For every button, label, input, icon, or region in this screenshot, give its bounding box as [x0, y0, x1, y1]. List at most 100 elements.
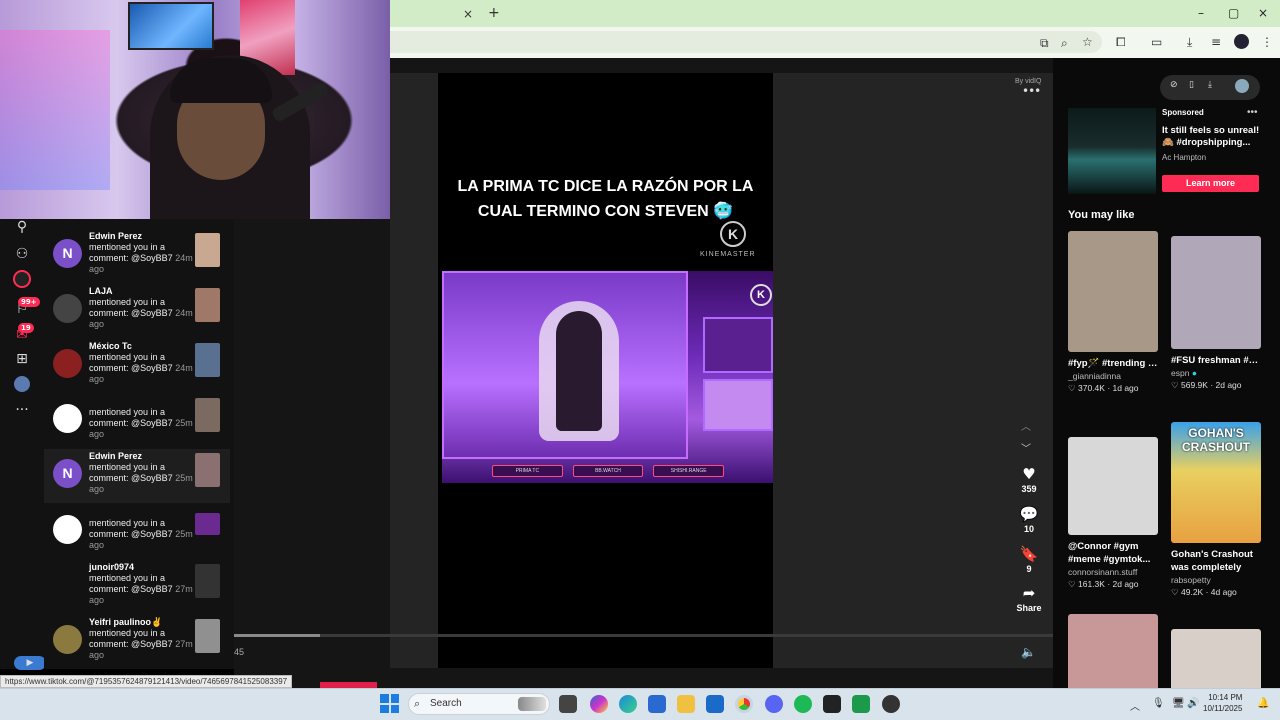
notification-item[interactable]: junoir0974 mentioned you in a comment: @S…: [44, 560, 230, 614]
window-close-icon[interactable]: ×: [1258, 6, 1268, 20]
share-button[interactable]: ➦ Share: [1009, 584, 1049, 614]
avatar[interactable]: N: [53, 239, 82, 268]
recommended-video[interactable]: @Connor #gym #meme #gymtok... connorsina…: [1068, 437, 1160, 590]
notification-item[interactable]: México Tc mentioned you in a comment: @So…: [44, 339, 230, 393]
notification-thumbnail[interactable]: [195, 564, 220, 598]
edge-icon[interactable]: [619, 695, 637, 713]
recommended-video[interactable]: #fyp🪄 #trending #gianniadinna _gianniadi…: [1068, 231, 1160, 394]
recommended-video[interactable]: [1171, 629, 1263, 688]
rec-thumbnail[interactable]: GOHAN'S CRASHOUT: [1171, 422, 1261, 543]
avatar[interactable]: [53, 404, 82, 433]
user-avatar[interactable]: [1235, 79, 1249, 93]
tab-close-icon[interactable]: ×: [463, 7, 473, 21]
recommended-video[interactable]: [1068, 614, 1160, 688]
rec-caption[interactable]: #FSU freshman #EthanPritchard w...: [1171, 354, 1263, 367]
tray-chevron-icon[interactable]: ︿: [1130, 698, 1140, 713]
notification-item[interactable]: N Edwin Perez mentioned you in a comment:…: [44, 229, 230, 283]
floating-widget-icon[interactable]: ▶: [14, 656, 46, 670]
store-icon[interactable]: [648, 695, 666, 713]
browser-menu-icon[interactable]: ⋮: [1261, 35, 1273, 49]
terminal-icon[interactable]: [823, 695, 841, 713]
outlook-icon[interactable]: [706, 695, 724, 713]
copilot-icon[interactable]: [590, 695, 608, 713]
next-video-icon[interactable]: ﹀: [1021, 440, 1031, 455]
obs-icon[interactable]: [882, 695, 900, 713]
spotify-icon[interactable]: [794, 695, 812, 713]
avatar[interactable]: [53, 515, 82, 544]
notification-thumbnail[interactable]: [195, 398, 220, 432]
rec-caption[interactable]: Gohan's Crashout was completely vall...: [1171, 548, 1263, 574]
notification-item[interactable]: Yeifri paulinoo✌ mentioned you in a comme…: [44, 615, 230, 669]
more-menu-icon[interactable]: ···: [12, 400, 32, 420]
ad-thumbnail[interactable]: [1068, 108, 1156, 194]
speaker-icon[interactable]: 🔊: [1187, 698, 1199, 709]
windows-start-icon[interactable]: [380, 694, 399, 713]
taskbar-clock[interactable]: 10:14 PM 10/11/2025: [1203, 692, 1242, 714]
install-app-icon[interactable]: ⧉: [1040, 36, 1049, 50]
avatar[interactable]: [53, 294, 82, 323]
notification-thumbnail[interactable]: [195, 619, 220, 653]
search-highlight-icon[interactable]: [518, 697, 546, 711]
profile-icon[interactable]: [14, 376, 30, 392]
friends-icon[interactable]: ⚇: [12, 244, 32, 264]
file-explorer-icon[interactable]: [677, 695, 695, 713]
video-player[interactable]: LA PRIMA TC DICE LA RAZÓN POR LA CUAL TE…: [438, 73, 773, 668]
compass-icon[interactable]: ⊘: [1170, 80, 1178, 90]
minimize-icon[interactable]: –: [1198, 6, 1204, 20]
upload-icon[interactable]: ⊞: [12, 349, 32, 369]
ad-caption[interactable]: It still feels so unreal! 🙈 #dropshippin…: [1162, 125, 1262, 149]
comment-button[interactable]: 💬 10: [1009, 505, 1049, 535]
following-icon[interactable]: ⚲: [12, 217, 32, 237]
live-icon[interactable]: [13, 270, 31, 288]
ad-more-icon[interactable]: •••: [1247, 107, 1258, 118]
restore-icon[interactable]: ▢: [1228, 6, 1239, 20]
discord-icon[interactable]: [765, 695, 783, 713]
learn-more-button[interactable]: Learn more: [1162, 175, 1259, 192]
avatar[interactable]: N: [53, 459, 82, 488]
notification-item[interactable]: mentioned you in a comment: @SoyBB7 25m …: [44, 394, 230, 448]
download-icon[interactable]: ⤓: [1187, 35, 1192, 49]
avatar[interactable]: [53, 570, 82, 599]
url-field[interactable]: [390, 31, 1102, 53]
task-view-icon[interactable]: [559, 695, 577, 713]
phone-icon[interactable]: ▯: [1189, 80, 1194, 90]
rec-caption[interactable]: #fyp🪄 #trending #gianniadinna: [1068, 357, 1160, 370]
save-button[interactable]: 🔖 9: [1009, 545, 1049, 575]
chrome-icon[interactable]: [735, 695, 753, 713]
rec-thumbnail[interactable]: [1068, 231, 1158, 352]
rec-author[interactable]: espn ●: [1171, 368, 1263, 378]
notification-thumbnail[interactable]: [195, 233, 220, 267]
like-button[interactable]: ♥ 359: [1009, 465, 1049, 495]
notification-thumbnail[interactable]: [195, 513, 220, 535]
microphone-icon[interactable]: 🎙: [1152, 698, 1165, 709]
extensions-icon[interactable]: ⧠: [1116, 35, 1126, 49]
notification-item[interactable]: N Edwin Perez mentioned you in a comment:…: [44, 449, 230, 503]
previous-video-icon[interactable]: ︿: [1021, 418, 1031, 433]
rec-thumbnail[interactable]: [1171, 629, 1261, 688]
rec-thumbnail[interactable]: [1171, 236, 1261, 349]
notification-thumbnail[interactable]: [195, 343, 220, 377]
xbox-icon[interactable]: [852, 695, 870, 713]
ad-author[interactable]: Ac Hampton: [1162, 153, 1206, 162]
video-progress-track[interactable]: [234, 634, 1053, 637]
recommended-video[interactable]: #FSU freshman #EthanPritchard w... espn …: [1171, 236, 1263, 391]
rec-thumbnail[interactable]: [1068, 437, 1158, 535]
download-video-icon[interactable]: ⤓: [1208, 80, 1212, 90]
rec-caption[interactable]: @Connor #gym #meme #gymtok...: [1068, 540, 1160, 566]
volume-icon[interactable]: 🔈: [1021, 645, 1036, 659]
notification-item[interactable]: LAJA mentioned you in a comment: @SoyBB7 …: [44, 284, 230, 338]
zoom-icon[interactable]: ⌕: [1061, 36, 1068, 50]
bookmark-star-icon[interactable]: ☆: [1082, 35, 1093, 49]
rec-author[interactable]: connorsinann.stuff: [1068, 567, 1160, 577]
avatar[interactable]: [53, 349, 82, 378]
notification-thumbnail[interactable]: [195, 288, 220, 322]
more-options-icon[interactable]: •••: [1022, 84, 1041, 98]
rec-thumbnail[interactable]: [1068, 614, 1158, 688]
notification-bell-icon[interactable]: 🔔: [1257, 698, 1269, 709]
recommended-video[interactable]: GOHAN'S CRASHOUT Gohan's Crashout was co…: [1171, 422, 1263, 598]
profile-avatar-icon[interactable]: [1234, 34, 1249, 49]
avatar[interactable]: [53, 625, 82, 654]
rec-author[interactable]: rabsopetty: [1171, 575, 1263, 585]
new-tab-icon[interactable]: +: [488, 6, 500, 20]
media-icon[interactable]: ≡: [1211, 35, 1221, 49]
